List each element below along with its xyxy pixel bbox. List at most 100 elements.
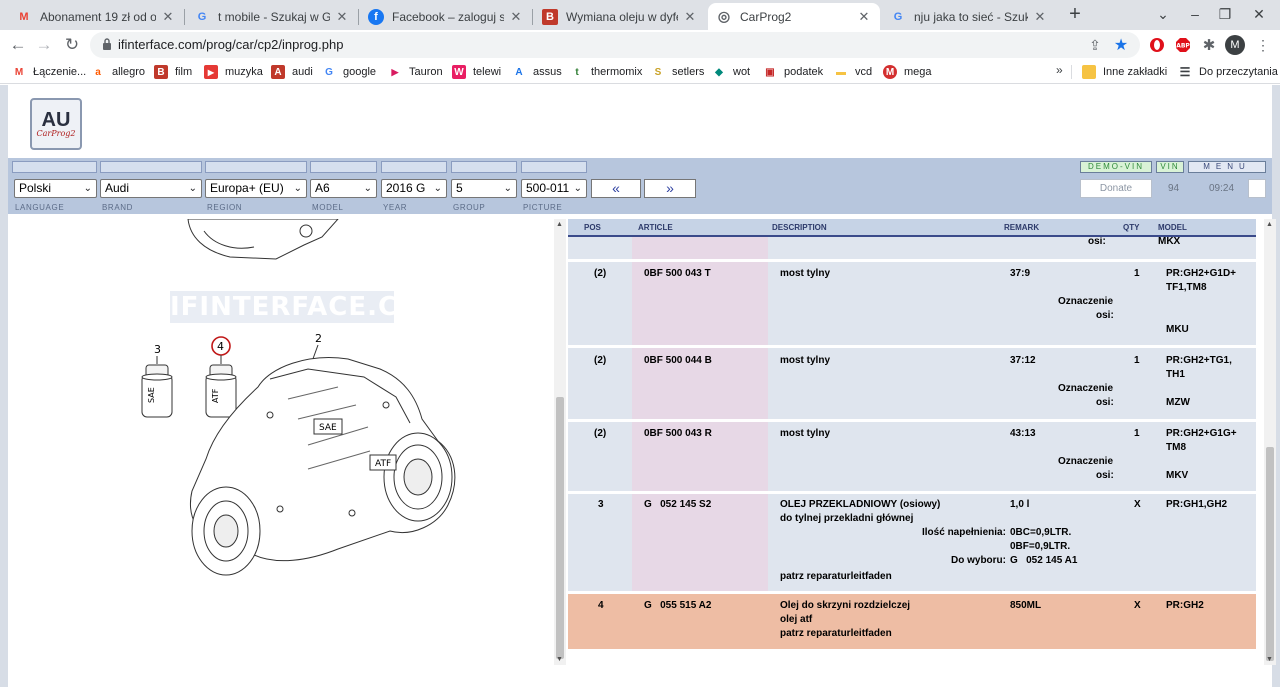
bookmarks-overflow-button[interactable]: »: [1056, 63, 1063, 77]
bookmark-label: assus: [533, 66, 562, 78]
adblock-icon[interactable]: ABP: [1172, 34, 1194, 56]
star-bookmark-icon[interactable]: ★: [1110, 34, 1132, 56]
table-row[interactable]: (2) 0BF 500 043 T most tylny 37:9 1 PR:G…: [568, 262, 1256, 348]
close-tab-icon[interactable]: ✕: [1032, 9, 1048, 25]
minimize-button[interactable]: –: [1180, 4, 1210, 26]
close-window-button[interactable]: ✕: [1244, 4, 1274, 26]
year-value: 2016 G: [386, 181, 426, 195]
description-cell: most tylny: [780, 268, 831, 279]
table-scrollbar[interactable]: ▲ ▼: [1264, 219, 1276, 665]
small-input-box[interactable]: [1248, 179, 1266, 198]
scroll-down-icon[interactable]: ▼: [1266, 656, 1273, 663]
scroll-up-icon[interactable]: ▲: [556, 221, 563, 228]
alternative-article[interactable]: G 052 145 A1: [1010, 554, 1077, 568]
remark-label: osi:: [1096, 310, 1114, 321]
bookmark-reading-list[interactable]: ☰ Do przeczytania: [1178, 63, 1278, 81]
scroll-up-icon[interactable]: ▲: [1266, 221, 1273, 228]
diagram-scroll-thumb[interactable]: [556, 397, 564, 659]
address-bar[interactable]: ifinterface.com/prog/car/cp2/inprog.php: [90, 32, 1140, 58]
bookmark-google[interactable]: Ggoogle: [322, 63, 376, 81]
bookmark-thermomix[interactable]: t thermomix: [570, 63, 642, 81]
new-tab-button[interactable]: +: [1064, 4, 1086, 26]
diagram-scrollbar[interactable]: ▲ ▼: [554, 219, 566, 665]
close-tab-icon[interactable]: ✕: [508, 9, 524, 25]
brand-select[interactable]: Audi ⌄: [100, 179, 202, 198]
table-row[interactable]: (2) 0BF 500 044 B most tylny 37:12 1 PR:…: [568, 348, 1256, 422]
model-cell: PR:GH2+G1D+ TF1,TM8: [1166, 268, 1237, 293]
bookmark-label: telewi: [473, 66, 502, 78]
carprog-logo[interactable]: AU CarProg2: [30, 98, 82, 150]
article-number[interactable]: G 052 145 S2: [644, 498, 711, 512]
description-cell: most tylny: [780, 428, 831, 439]
bookmark-muzyka[interactable]: ▶ muzyka: [204, 63, 263, 81]
table-scroll-thumb[interactable]: [1266, 447, 1274, 661]
bookmark-assus[interactable]: Aassus: [512, 63, 562, 81]
parts-diagram[interactable]: SAE 3 ATF 4 2 SAE ATF IFINTERFACE.COM: [8, 219, 554, 681]
bookmark-tauron[interactable]: ▶ Tauron: [388, 63, 443, 81]
atf-bottle-label: ATF: [211, 388, 220, 403]
bookmark-podatek[interactable]: ▣ podatek: [763, 63, 823, 81]
tab-google-nju[interactable]: G nju jaka to sieć - Szukaj w G ✕: [882, 3, 1056, 30]
next-picture-button[interactable]: »: [644, 179, 696, 198]
sae-bottle-label: SAE: [147, 387, 156, 403]
menu-button[interactable]: MENU: [1188, 161, 1266, 173]
bookmark-label: wot: [733, 66, 751, 78]
bookmark-telewi[interactable]: Wtelewi: [452, 63, 501, 81]
table-row-highlighted[interactable]: 4 G 055 515 A2 Olej do skrzyni rozdzielc…: [568, 594, 1256, 649]
vin-button[interactable]: VIN: [1156, 161, 1184, 173]
opera-icon[interactable]: [1146, 34, 1168, 56]
picture-select[interactable]: 500-011 ⌄: [521, 179, 587, 198]
table-row[interactable]: 3 G 052 145 S2 OLEJ PRZEKLADNIOWY (osiow…: [568, 494, 1256, 594]
close-tab-icon[interactable]: ✕: [856, 9, 872, 25]
forward-icon[interactable]: →: [32, 33, 56, 57]
qty-cell: X: [1134, 499, 1141, 510]
group-select[interactable]: 5 ⌄: [451, 179, 517, 198]
tab-separator: [358, 9, 359, 25]
extensions-icon[interactable]: ✱: [1198, 34, 1220, 56]
donate-button[interactable]: Donate: [1080, 179, 1152, 198]
maximize-button[interactable]: ❐: [1210, 4, 1240, 26]
bookmark-mega[interactable]: Mmega: [883, 63, 932, 81]
table-row[interactable]: (2) 0BF 500 043 R most tylny 43:13 1 PR:…: [568, 422, 1256, 494]
asus-icon: A: [512, 65, 526, 79]
tab-forum[interactable]: B Wymiana oleju w dyferencj ✕: [534, 3, 706, 30]
year-select[interactable]: 2016 G ⌄: [381, 179, 447, 198]
scroll-down-icon[interactable]: ▼: [556, 656, 563, 663]
tab-gmail[interactable]: M Abonament 19 zł od osoby ✕: [8, 3, 184, 30]
close-tab-icon[interactable]: ✕: [682, 9, 698, 25]
article-number[interactable]: G 055 515 A2: [644, 599, 711, 613]
back-icon[interactable]: ←: [6, 33, 30, 57]
tab-carprog2[interactable]: ◎ CarProg2 ✕: [708, 3, 880, 30]
avatar[interactable]: M: [1224, 34, 1246, 56]
language-header: [12, 161, 97, 173]
description-cell: most tylny: [780, 355, 831, 366]
share-icon[interactable]: ⇪: [1084, 34, 1106, 56]
bookmark-label: podatek: [784, 66, 824, 78]
region-select[interactable]: Europa+ (EU) ⌄: [205, 179, 307, 198]
demo-vin-button[interactable]: DEMO-VIN: [1080, 161, 1152, 173]
bookmark-audi[interactable]: Aaudi: [271, 63, 313, 81]
close-tab-icon[interactable]: ✕: [160, 9, 176, 25]
tab-google-tmobile[interactable]: G t mobile - Szukaj w Google ✕: [186, 3, 358, 30]
previous-picture-button[interactable]: «: [591, 179, 641, 198]
model-select[interactable]: A6 ⌄: [310, 179, 377, 198]
bookmark-laczenie[interactable]: M Łączenie...: [12, 63, 86, 81]
close-tab-icon[interactable]: ✕: [334, 9, 350, 25]
tab-search-button[interactable]: ⌄: [1148, 4, 1178, 26]
bookmark-other[interactable]: Inne zakładki: [1082, 63, 1167, 81]
article-number[interactable]: 0BF 500 044 B: [644, 354, 712, 368]
bookmark-allegro[interactable]: a allegro: [91, 63, 145, 81]
bookmark-setlers[interactable]: Ssetlers: [651, 63, 704, 81]
article-number[interactable]: 0BF 500 043 T: [644, 267, 711, 281]
tab-facebook[interactable]: f Facebook – zaloguj się lub ✕: [360, 3, 532, 30]
repair-manual-note: patrz reparaturleitfaden: [780, 571, 892, 582]
bookmark-vcd[interactable]: ▬ vcd: [834, 63, 872, 81]
clock-value: 09:24: [1209, 183, 1235, 194]
wot-icon: ◆: [712, 65, 726, 79]
more-menu-icon[interactable]: ⋮: [1252, 34, 1274, 56]
language-select[interactable]: Polski ⌄: [14, 179, 97, 198]
reload-icon[interactable]: ↻: [60, 33, 84, 57]
bookmark-film[interactable]: Bfilm: [154, 63, 192, 81]
article-number[interactable]: 0BF 500 043 R: [644, 427, 712, 441]
bookmark-wot[interactable]: ◆ wot: [712, 63, 750, 81]
